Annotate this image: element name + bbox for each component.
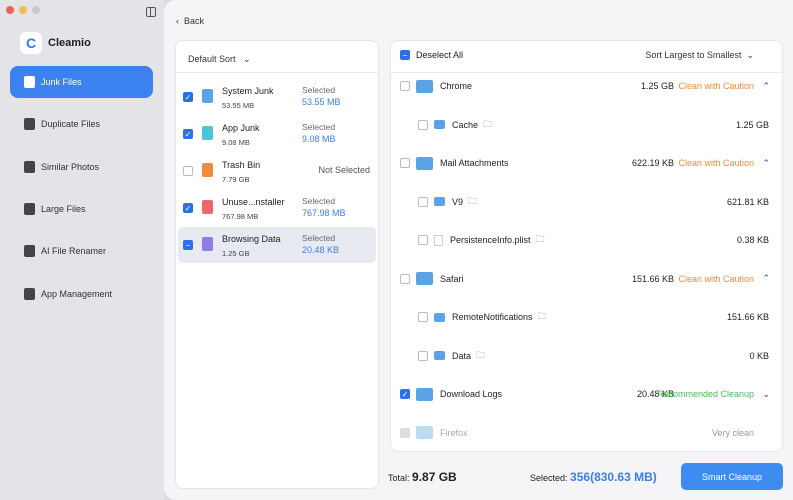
reveal-in-finder-icon[interactable]: 🗀: [468, 194, 477, 210]
file-row[interactable]: Data 🗀 0 KB: [391, 337, 782, 375]
sidebar-item-similar-photos[interactable]: Similar Photos: [10, 151, 153, 183]
file-row[interactable]: Cache 🗀 1.25 GB: [391, 106, 782, 144]
row-checkbox[interactable]: [418, 235, 428, 245]
category-icon: [202, 237, 213, 251]
category-row[interactable]: ✓ Unuse...nstaller 767.98 MB Selected 767.…: [178, 190, 376, 226]
row-checkbox[interactable]: [418, 312, 428, 322]
row-checkbox[interactable]: [418, 119, 428, 130]
category-checkbox[interactable]: [183, 166, 193, 176]
minimize-button[interactable]: [19, 6, 27, 14]
sidebar-item-large-files[interactable]: Large Files: [10, 193, 153, 225]
nav-icon: [24, 287, 35, 300]
app-logo-icon: C: [20, 32, 42, 54]
chevron-down-icon: ⌄: [746, 50, 754, 60]
nav-icon: [24, 245, 35, 258]
sort-dropdown[interactable]: Default Sort ⌄: [188, 54, 251, 65]
window-controls: [6, 6, 40, 14]
sidebar-item-duplicate-files[interactable]: Duplicate Files: [10, 108, 153, 140]
folder-icon: [434, 197, 445, 206]
back-button[interactable]: ‹ Back: [176, 16, 204, 26]
app-name: Cleamio: [48, 37, 91, 49]
category-icon: [202, 126, 213, 140]
row-checkbox[interactable]: [400, 273, 410, 284]
status-label: Recommended Cleanup: [656, 389, 754, 399]
reveal-in-finder-icon[interactable]: 🗀: [483, 117, 492, 133]
category-checkbox[interactable]: −: [183, 240, 193, 250]
nav-icon: [24, 76, 35, 88]
file-row[interactable]: PersistenceInfo.plist 🗀 0.38 KB: [391, 221, 782, 259]
folder-icon: [434, 312, 445, 322]
category-row[interactable]: ✓ System Junk 53.55 MB Selected 53.55 MB: [178, 79, 376, 115]
status-label: Very clean: [711, 427, 754, 438]
folder-icon: [416, 426, 433, 439]
folder-icon: [416, 272, 433, 285]
chevron-up-icon[interactable]: ⌃: [762, 158, 770, 169]
category-panel: Default Sort ⌄ ✓ System Junk 53.55 MB Sel…: [175, 40, 379, 489]
reveal-in-finder-icon[interactable]: 🗀: [476, 348, 485, 364]
chevron-up-icon[interactable]: ⌃: [762, 81, 770, 92]
deselect-all-toggle[interactable]: − Deselect All: [400, 50, 463, 60]
row-checkbox[interactable]: [400, 81, 410, 91]
status-label: Clean with Caution: [678, 158, 754, 168]
sidebar-item-app-management[interactable]: App Management: [10, 278, 153, 310]
row-checkbox: [400, 427, 410, 438]
sidebar-toggle-icon[interactable]: [146, 7, 156, 17]
nav-icon: [24, 160, 35, 173]
group-row[interactable]: Chrome 1.25 GB Clean with Caution ⌃: [391, 67, 782, 105]
sidebar-item-ai-file-renamer[interactable]: AI File Renamer: [10, 235, 153, 267]
divider: [176, 72, 378, 73]
detail-panel: − Deselect All Sort Largest to Smallest …: [390, 40, 783, 452]
row-checkbox[interactable]: [418, 196, 428, 207]
chevron-down-icon[interactable]: ⌄: [762, 389, 770, 400]
chevron-left-icon: ‹: [176, 16, 184, 26]
category-icon: [202, 89, 213, 103]
row-checkbox[interactable]: [418, 350, 428, 361]
category-icon: [202, 200, 213, 214]
status-label: Clean with Caution: [678, 81, 754, 91]
deselect-checkbox[interactable]: −: [400, 50, 410, 60]
selected-summary: Selected: 356(830.63 MB): [530, 470, 657, 484]
category-row[interactable]: ✓ App Junk 9.08 MB Selected 9.08 MB: [178, 116, 376, 152]
file-row[interactable]: RemoteNotifications 🗀 151.66 KB: [391, 298, 782, 336]
nav-icon: [24, 202, 35, 215]
folder-icon: [416, 156, 433, 170]
zoom-button[interactable]: [32, 6, 40, 14]
sort-order-dropdown[interactable]: Sort Largest to Smallest ⌄: [645, 50, 754, 61]
group-row[interactable]: ✓ Download Logs 20.48 KB Recommended Cleanu…: [391, 375, 782, 413]
chevron-down-icon: ⌄: [243, 54, 251, 64]
reveal-in-finder-icon[interactable]: 🗀: [538, 309, 547, 325]
nav-icon: [24, 118, 35, 131]
group-row[interactable]: Safari 151.66 KB Clean with Caution ⌃: [391, 260, 782, 298]
close-button[interactable]: [6, 6, 14, 14]
chevron-up-icon[interactable]: ⌃: [762, 273, 770, 284]
folder-icon: [416, 387, 433, 401]
group-row[interactable]: Mail Attachments 622.19 KB Clean with Caut…: [391, 144, 782, 182]
category-checkbox[interactable]: ✓: [183, 129, 193, 139]
reveal-in-finder-icon[interactable]: 🗀: [536, 232, 545, 248]
total-summary: Total: 9.87 GB: [388, 470, 457, 484]
file-icon: [434, 234, 443, 246]
category-checkbox[interactable]: ✓: [183, 203, 193, 213]
main-area: ‹ Back Default Sort ⌄ ✓ System Junk 53.5…: [164, 0, 793, 500]
sidebar: C Cleamio Junk Files Duplicate Files Simil…: [0, 0, 164, 500]
file-row[interactable]: V9 🗀 621.81 KB: [391, 183, 782, 221]
row-checkbox[interactable]: ✓: [400, 389, 410, 399]
group-row[interactable]: Firefox Very clean: [391, 414, 782, 452]
category-row[interactable]: − Browsing Data 1.25 GB Selected 20.48 KB: [178, 227, 376, 263]
row-checkbox[interactable]: [400, 158, 410, 168]
category-icon: [202, 163, 213, 177]
category-checkbox[interactable]: ✓: [183, 92, 193, 102]
folder-icon: [434, 120, 445, 129]
folder-icon: [416, 79, 433, 93]
category-row[interactable]: Trash Bin 7.79 GB Not Selected: [178, 153, 376, 189]
smart-cleanup-button[interactable]: Smart Cleanup: [681, 463, 783, 490]
status-label: Clean with Caution: [678, 273, 754, 284]
sidebar-item-junk-files[interactable]: Junk Files: [10, 66, 153, 98]
folder-icon: [434, 351, 445, 360]
